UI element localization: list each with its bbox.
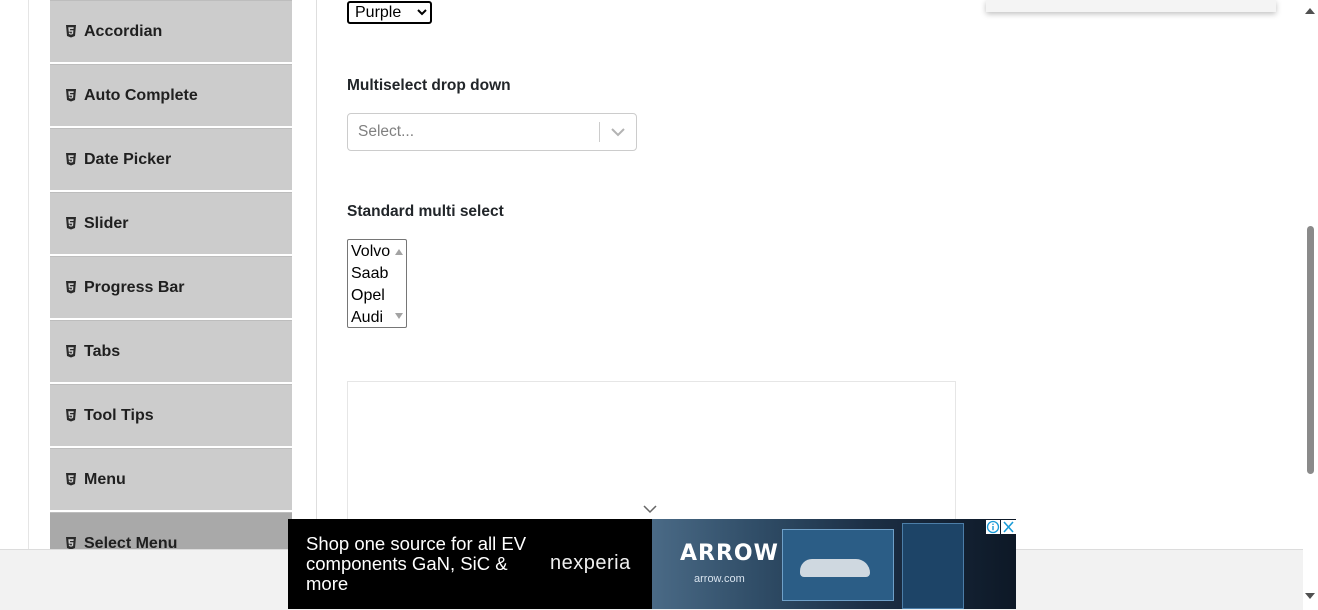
html5-icon: [65, 472, 77, 486]
sidebar-item-slider[interactable]: Slider: [50, 192, 292, 254]
multi-option-opel[interactable]: Opel: [351, 287, 385, 305]
ad-close-icon[interactable]: [1001, 520, 1016, 534]
sidebar-item-label: Select Menu: [84, 534, 178, 550]
ad-photo: ARROW arrow.com: [652, 519, 1016, 609]
standard-multi-select-label: Standard multi select: [347, 203, 504, 220]
sidebar-item-label: Progress Bar: [84, 278, 185, 296]
page-gutter-divider: [28, 0, 29, 549]
multiselect-label: Multiselect drop down: [347, 77, 511, 94]
sidebar-item-auto-complete[interactable]: Auto Complete: [50, 64, 292, 126]
ad-info-icon[interactable]: [986, 520, 1000, 534]
chevron-down-icon[interactable]: [609, 125, 627, 139]
ad-brand-logo: nexperia: [550, 552, 631, 574]
sidebar-item-progress-bar[interactable]: Progress Bar: [50, 256, 292, 318]
top-ad-banner[interactable]: [986, 0, 1276, 12]
html5-icon: [65, 536, 77, 549]
scroll-up-arrow-icon[interactable]: [1305, 8, 1315, 14]
multi-option-volvo[interactable]: Volvo: [351, 243, 390, 261]
html5-icon: [65, 408, 77, 422]
old-style-select-menu[interactable]: Purple: [347, 1, 432, 24]
html5-icon: [65, 280, 77, 294]
bottom-sticky-ad[interactable]: Shop one source for all EV components Ga…: [288, 519, 1016, 609]
ad-partner-logo: ARROW: [680, 541, 779, 566]
scroll-down-arrow-icon[interactable]: [1305, 593, 1315, 599]
ad-photo-monitor-2: [902, 523, 964, 609]
sidebar-item-label: Tool Tips: [84, 406, 154, 424]
sidebar-item-label: Auto Complete: [84, 86, 198, 104]
scrollbar-thumb[interactable]: [1307, 226, 1314, 474]
ad-partner-url: arrow.com: [694, 573, 745, 585]
multiselect-placeholder: Select...: [358, 123, 414, 140]
sidebar-item-accordian[interactable]: Accordian: [50, 0, 292, 62]
multiselect-separator: [599, 122, 600, 142]
listbox-scroll-up-icon[interactable]: [395, 249, 403, 255]
html5-icon: [65, 344, 77, 358]
ad-expand-chevron-icon[interactable]: [642, 503, 658, 515]
sidebar-item-label: Slider: [84, 214, 129, 232]
multi-option-saab[interactable]: Saab: [351, 265, 388, 283]
sidebar-divider: [316, 0, 317, 549]
sidebar-item-label: Tabs: [84, 342, 121, 360]
sidebar-menu: Accordian Auto Complete Date Picker Slider P…: [50, 0, 293, 549]
listbox-scroll-down-icon[interactable]: [395, 313, 403, 319]
html5-icon: [65, 216, 77, 230]
multi-option-audi[interactable]: Audi: [351, 309, 383, 327]
sidebar-item-label: Date Picker: [84, 150, 172, 168]
sidebar-item-tool-tips[interactable]: Tool Tips: [50, 384, 292, 446]
ad-photo-car: [800, 559, 870, 577]
sidebar-item-label: Accordian: [84, 22, 163, 40]
html5-icon: [65, 88, 77, 102]
sidebar-item-menu[interactable]: Menu: [50, 448, 292, 510]
ad-headline: Shop one source for all EV components Ga…: [306, 533, 527, 594]
html5-icon: [65, 24, 77, 38]
sidebar-item-date-picker[interactable]: Date Picker: [50, 128, 292, 190]
standard-multi-select[interactable]: Volvo Saab Opel Audi: [347, 239, 407, 328]
sidebar-item-tabs[interactable]: Tabs: [50, 320, 292, 382]
multiselect-dropdown[interactable]: Select...: [347, 113, 637, 151]
html5-icon: [65, 152, 77, 166]
sidebar-item-select-menu[interactable]: Select Menu: [50, 512, 292, 549]
sidebar-item-label: Menu: [84, 470, 126, 488]
